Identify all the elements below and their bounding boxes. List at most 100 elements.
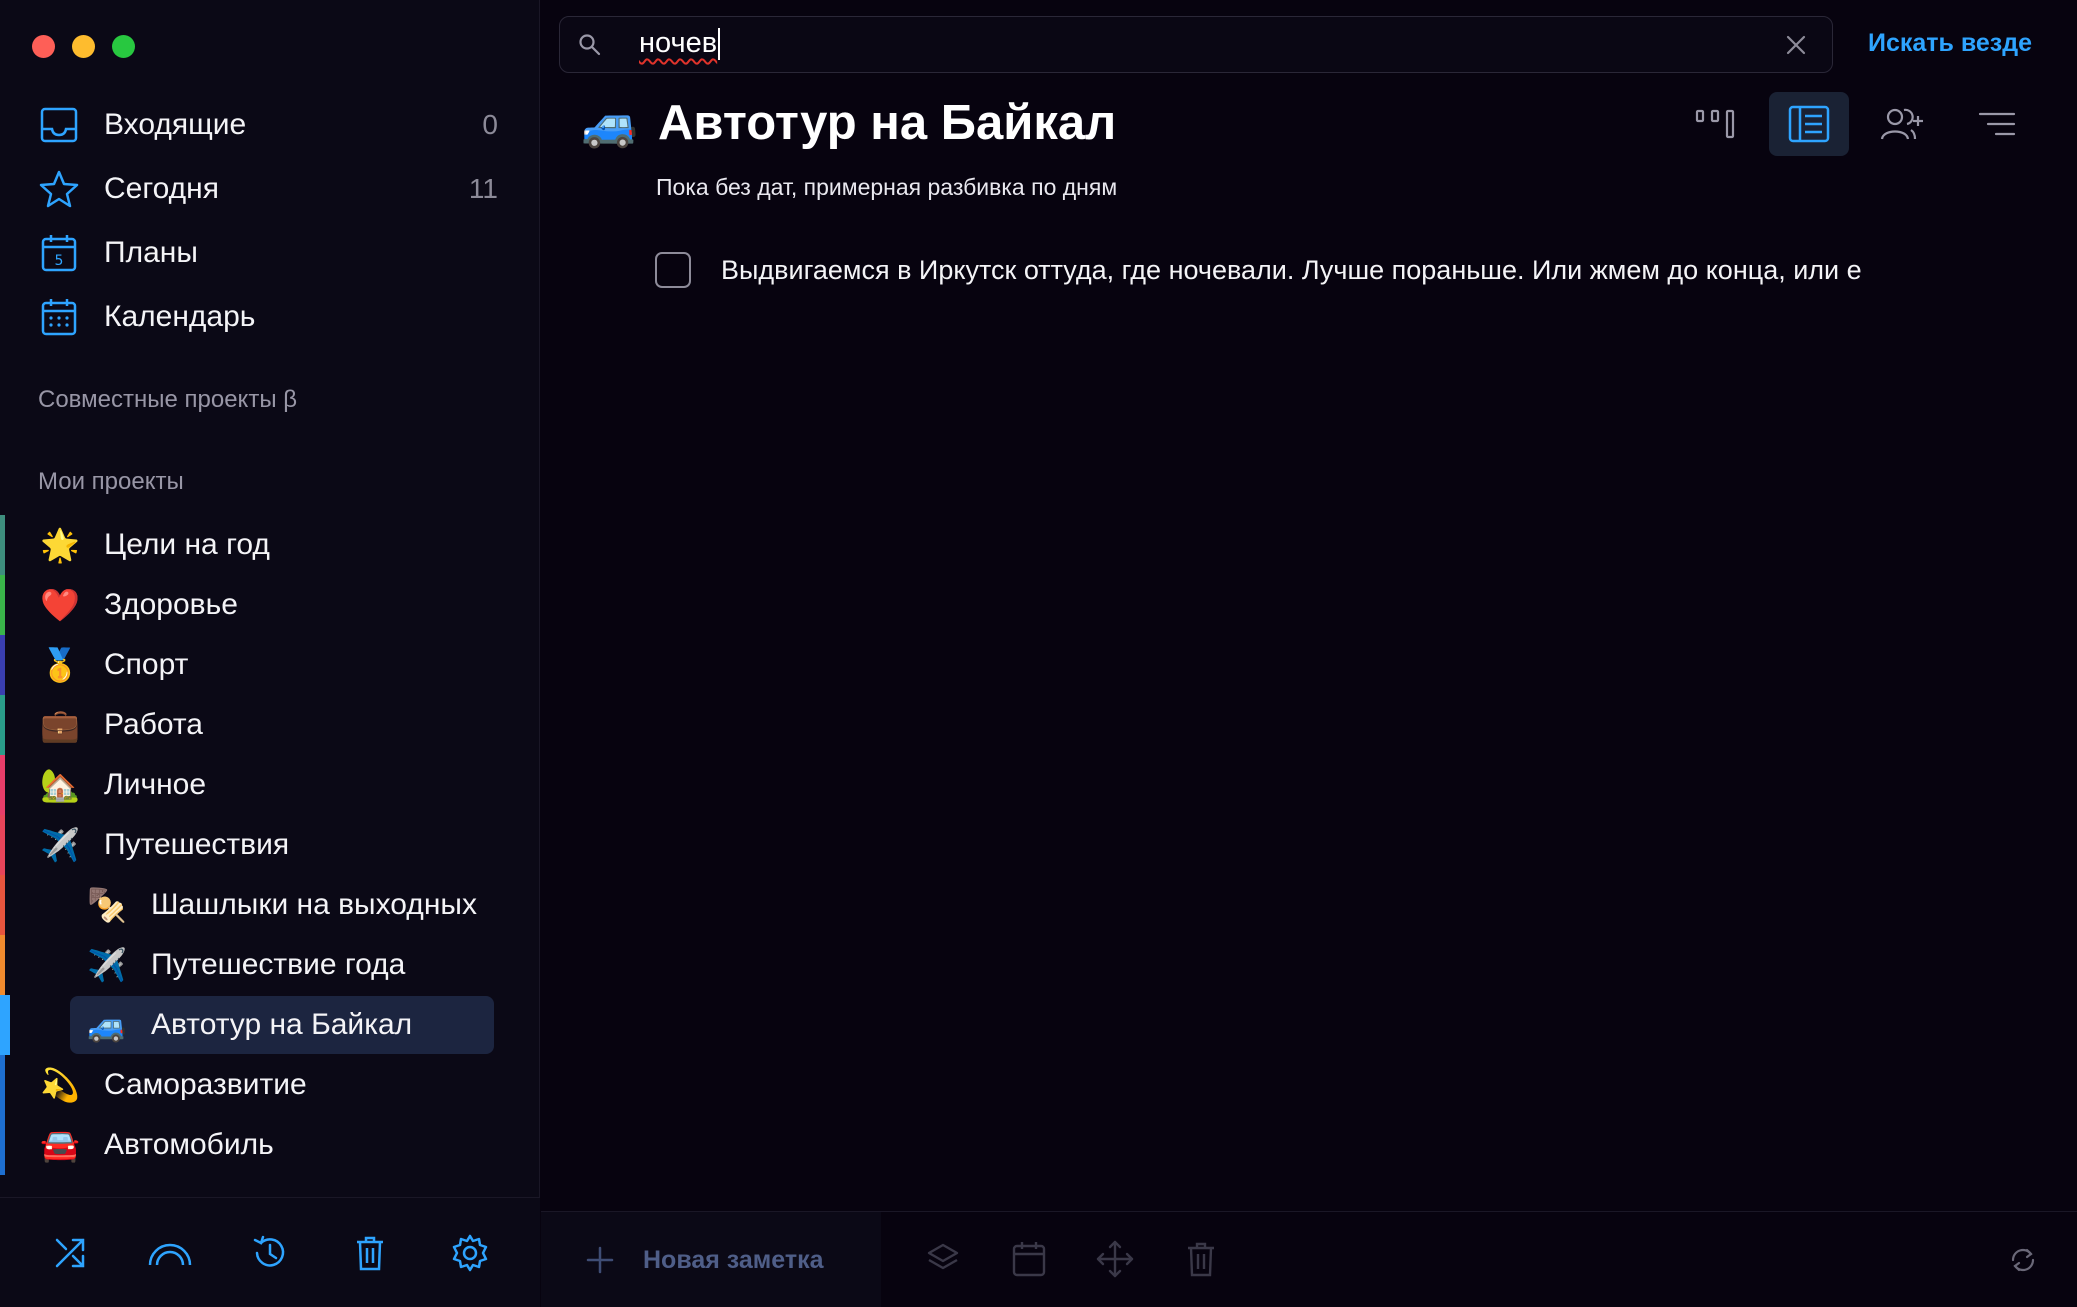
dizzy-emoji-icon: 💫 [40, 1067, 80, 1103]
trash-icon[interactable] [345, 1228, 395, 1278]
nav-item-label: Входящие [104, 108, 247, 141]
main-bottom-bar: Новая заметка [541, 1211, 2077, 1307]
project-car[interactable]: 🚘 Автомобиль [0, 1115, 540, 1175]
star-icon [38, 168, 80, 210]
airplane-emoji-icon: ✈️ [87, 947, 127, 983]
sidebar-bottom-bar [0, 1197, 540, 1307]
project-color-bar [0, 1055, 5, 1115]
project-sport[interactable]: 🥇 Спорт [0, 635, 540, 695]
note-actions [918, 1234, 1226, 1284]
svg-text:5: 5 [55, 253, 64, 269]
house-emoji-icon: 🏡 [40, 767, 80, 803]
shared-projects-title[interactable]: Совместные проекты β [38, 386, 297, 414]
add-user-icon[interactable] [1863, 92, 1943, 156]
project-color-bar [0, 695, 5, 755]
close-icon[interactable] [1784, 33, 1808, 62]
my-projects-title[interactable]: Мои проекты [38, 468, 184, 496]
briefcase-emoji-icon: 💼 [40, 707, 80, 743]
project-label: Автомобиль [104, 1128, 274, 1161]
calendar-grid-icon [38, 296, 80, 338]
project-travel[interactable]: ✈️ Путешествия [0, 815, 540, 875]
shuffle-icon[interactable] [45, 1228, 95, 1278]
project-label: Автотур на Байкал [151, 1008, 413, 1041]
task-row[interactable]: Выдвигаемся в Иркутск оттуда, где ночева… [655, 250, 1937, 290]
project-description[interactable]: Пока без дат, примерная разбивка по дням [656, 174, 1117, 201]
project-color-bar [0, 815, 5, 875]
project-bbq-weekend[interactable]: 🍢 Шашлыки на выходных [0, 875, 540, 935]
project-header: 🚙 Автотур на Байкал [581, 95, 1116, 151]
projects-list: 🌟 Цели на год ❤️ Здоровье 🥇 Спорт 💼 Рабо… [0, 515, 540, 1175]
main-content: ночев Искать везде 🚙 Автотур на Байкал П… [541, 0, 2077, 1307]
task-checkbox[interactable] [655, 252, 691, 288]
view-toolbar [1675, 92, 2037, 156]
project-label: Саморазвитие [104, 1068, 307, 1101]
nav-item-label: Планы [104, 236, 198, 269]
calendar-5-icon: 5 [38, 232, 80, 274]
new-note-label: Новая заметка [643, 1245, 824, 1274]
calendar-icon[interactable] [1004, 1234, 1054, 1284]
project-color-bar [0, 575, 5, 635]
project-label: Спорт [104, 648, 189, 681]
kanban-icon[interactable] [1675, 92, 1755, 156]
project-health[interactable]: ❤️ Здоровье [0, 575, 540, 635]
project-label: Личное [104, 768, 207, 801]
task-text[interactable]: Выдвигаемся в Иркутск оттуда, где ночева… [721, 255, 1862, 286]
move-icon[interactable] [1090, 1234, 1140, 1284]
skewer-emoji-icon: 🍢 [87, 887, 127, 923]
trash-icon[interactable] [1176, 1234, 1226, 1284]
inbox-icon [38, 104, 80, 146]
project-label: Цели на год [104, 528, 270, 561]
rainbow-icon[interactable] [145, 1228, 195, 1278]
star-emoji-icon: 🌟 [40, 527, 80, 563]
project-self-development[interactable]: 💫 Саморазвитие [0, 1055, 540, 1115]
project-baikal-roadtrip[interactable]: 🚙 Автотур на Байкал [0, 995, 540, 1055]
project-work[interactable]: 💼 Работа [0, 695, 540, 755]
main-nav: Входящие 0 Сегодня 11 5 Планы Календарь [0, 93, 540, 349]
new-note-button[interactable]: Новая заметка [541, 1212, 881, 1307]
project-goals[interactable]: 🌟 Цели на год [0, 515, 540, 575]
history-icon[interactable] [245, 1228, 295, 1278]
nav-item-inbox[interactable]: Входящие 0 [0, 93, 540, 157]
window-controls [32, 35, 135, 58]
project-color-bar [0, 755, 5, 815]
search-bar[interactable]: ночев [559, 16, 1833, 73]
plus-icon [586, 1246, 614, 1274]
nav-item-calendar[interactable]: Календарь [0, 285, 540, 349]
nav-item-plans[interactable]: 5 Планы [0, 221, 540, 285]
car-emoji-icon: 🚙 [581, 96, 639, 149]
minimize-window-button[interactable] [72, 35, 95, 58]
layers-icon[interactable] [918, 1234, 968, 1284]
search-icon [578, 33, 602, 62]
settings-icon[interactable] [445, 1228, 495, 1278]
close-window-button[interactable] [32, 35, 55, 58]
project-color-bar [0, 635, 5, 695]
text-caret [718, 28, 721, 61]
car-emoji-icon: 🚘 [40, 1127, 80, 1163]
sidebar: Входящие 0 Сегодня 11 5 Планы Календарь … [0, 0, 540, 1307]
airplane-emoji-icon: ✈️ [40, 827, 80, 863]
heart-emoji-icon: ❤️ [40, 587, 80, 623]
medal-emoji-icon: 🥇 [40, 647, 80, 683]
zoom-window-button[interactable] [112, 35, 135, 58]
page-title[interactable]: Автотур на Байкал [658, 95, 1116, 151]
project-personal[interactable]: 🏡 Личное [0, 755, 540, 815]
project-color-bar [0, 995, 10, 1055]
project-label: Работа [104, 708, 203, 741]
car-emoji-icon: 🚙 [87, 1007, 127, 1043]
project-label: Путешествие года [151, 948, 406, 981]
search-input[interactable]: ночев [639, 27, 721, 61]
sync-icon[interactable] [2009, 1246, 2037, 1279]
project-trip-of-year[interactable]: ✈️ Путешествие года [0, 935, 540, 995]
sort-icon[interactable] [1957, 92, 2037, 156]
project-label: Здоровье [104, 588, 238, 621]
nav-item-label: Календарь [104, 300, 256, 333]
search-everywhere-button[interactable]: Искать везде [1868, 29, 2032, 58]
project-label: Путешествия [104, 828, 290, 861]
nav-item-today[interactable]: Сегодня 11 [0, 157, 540, 221]
project-label: Шашлыки на выходных [151, 888, 477, 921]
text-fade [1877, 250, 1937, 290]
list-icon[interactable] [1769, 92, 1849, 156]
nav-item-count: 0 [482, 109, 498, 140]
project-color-bar [0, 875, 5, 935]
project-color-bar [0, 935, 5, 995]
